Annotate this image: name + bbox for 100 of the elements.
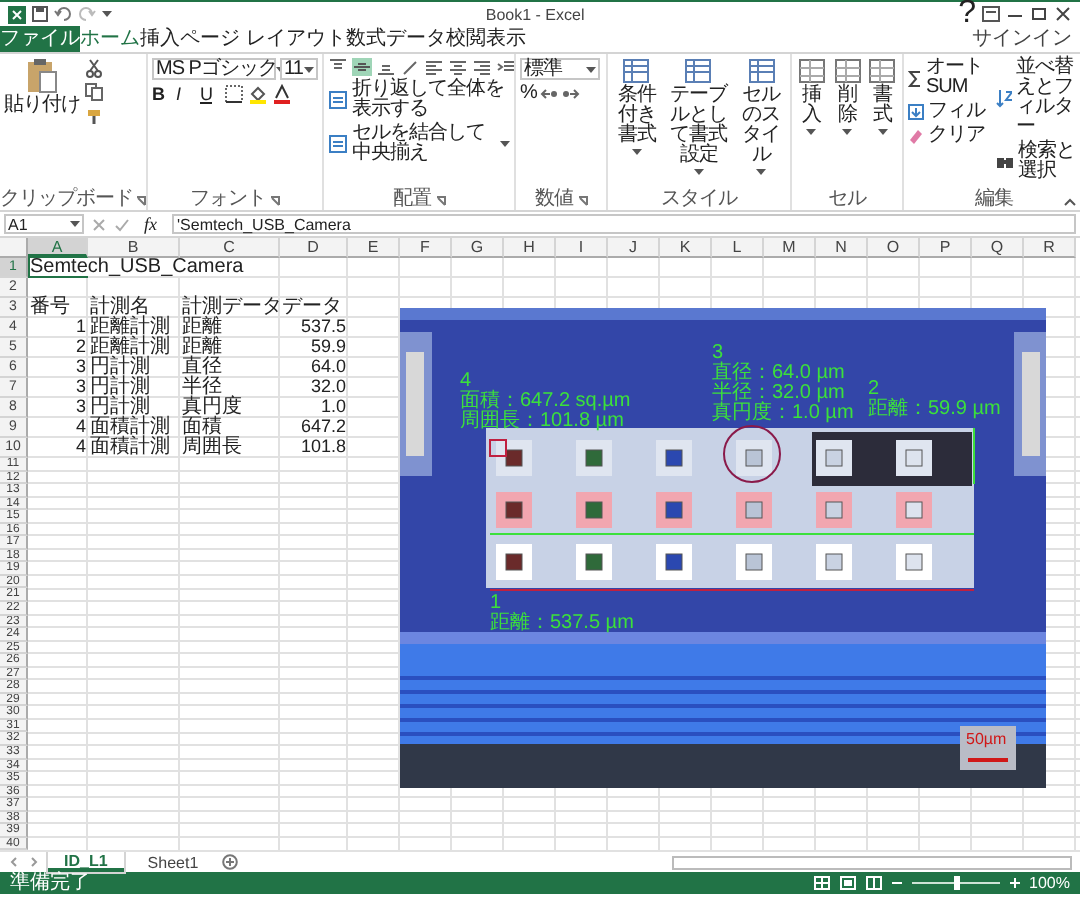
- align-right-icon[interactable]: [472, 58, 492, 76]
- column-header[interactable]: F: [400, 238, 452, 258]
- column-header[interactable]: E: [348, 238, 400, 258]
- column-header[interactable]: N: [816, 238, 868, 258]
- merge-center-button[interactable]: セルを結合して中央揃え: [328, 124, 510, 164]
- column-header[interactable]: H: [504, 238, 556, 258]
- increase-decimal-icon[interactable]: [540, 86, 559, 102]
- decrease-decimal-icon[interactable]: [562, 86, 581, 102]
- ribbon-display-icon[interactable]: [982, 6, 1000, 22]
- align-center-icon[interactable]: [448, 58, 468, 76]
- formula-input[interactable]: 'Semtech_USB_Camera: [171, 214, 1076, 234]
- font-size-dropdown[interactable]: 11: [280, 58, 318, 80]
- style-button[interactable]: 条件付き書式: [612, 58, 662, 190]
- caret-icon[interactable]: [842, 128, 852, 136]
- cells-button[interactable]: 挿入: [796, 58, 828, 190]
- column-header[interactable]: J: [608, 238, 660, 258]
- horizontal-scrollbar[interactable]: [672, 855, 1072, 870]
- caret-icon[interactable]: [631, 148, 642, 156]
- sheet-tab[interactable]: ID_L1: [48, 852, 124, 873]
- caret-icon[interactable]: [806, 128, 817, 136]
- dialog-launcher-icon[interactable]: [577, 195, 587, 205]
- cells-button[interactable]: 書式: [866, 58, 899, 190]
- zoom-out-icon[interactable]: [891, 878, 902, 889]
- edit-button[interactable]: オート SUM: [908, 58, 992, 98]
- border-icon[interactable]: [224, 84, 244, 104]
- wrap-text-button[interactable]: 折り返して全体を表示する: [328, 80, 510, 120]
- column-header[interactable]: I: [556, 238, 608, 258]
- column-header[interactable]: Q: [972, 238, 1024, 258]
- edit-button[interactable]: 並べ替えとフィルター: [996, 58, 1080, 138]
- next-sheet-icon[interactable]: [28, 856, 40, 869]
- merge-icon[interactable]: [328, 134, 348, 154]
- edit-button[interactable]: クリア: [908, 126, 992, 146]
- caret-icon[interactable]: [756, 168, 767, 176]
- cells-button[interactable]: 削除: [831, 58, 863, 190]
- insert-function-button[interactable]: fx: [138, 214, 163, 234]
- copy-icon[interactable]: [84, 82, 104, 102]
- dialog-launcher-icon[interactable]: [270, 195, 280, 205]
- column-header[interactable]: L: [712, 238, 764, 258]
- caret-icon[interactable]: [877, 128, 888, 136]
- caret-icon[interactable]: [102, 10, 112, 18]
- format-button[interactable]: I: [176, 84, 196, 104]
- save-icon[interactable]: [32, 6, 48, 22]
- wrap-text-icon[interactable]: [328, 90, 348, 110]
- brush-icon[interactable]: [84, 106, 104, 126]
- close-icon[interactable]: [1054, 6, 1072, 22]
- ribbon-tab[interactable]: 挿入: [140, 26, 180, 52]
- collapse-ribbon-icon[interactable]: [1064, 198, 1076, 206]
- percent-button[interactable]: %: [520, 84, 537, 104]
- dialog-launcher-icon[interactable]: [435, 195, 445, 205]
- paste-button[interactable]: 貼り付け: [4, 58, 80, 190]
- ribbon-tab[interactable]: 表示: [485, 26, 526, 52]
- column-header[interactable]: C: [180, 238, 280, 258]
- zoom-in-icon[interactable]: [1009, 878, 1020, 889]
- number-format-dropdown[interactable]: 標準: [520, 58, 600, 80]
- caret-icon[interactable]: [500, 140, 510, 148]
- normal-view-icon[interactable]: [813, 876, 830, 891]
- format-button[interactable]: B: [152, 84, 172, 104]
- column-header[interactable]: D: [280, 238, 348, 258]
- fill-color-icon[interactable]: [248, 84, 268, 104]
- dialog-launcher-icon[interactable]: [136, 195, 147, 205]
- orientation-icon[interactable]: [400, 58, 420, 76]
- caret-icon[interactable]: [586, 65, 596, 73]
- name-box[interactable]: A1: [4, 214, 84, 234]
- excel-logo-icon[interactable]: [8, 5, 26, 23]
- add-sheet-icon[interactable]: [222, 854, 239, 871]
- ribbon-tab[interactable]: ホーム: [80, 26, 140, 52]
- caret-icon[interactable]: [70, 220, 80, 228]
- undo-icon[interactable]: [54, 6, 72, 22]
- font-color-icon[interactable]: [272, 84, 292, 104]
- caret-icon[interactable]: [693, 168, 704, 176]
- caret-icon[interactable]: [304, 65, 314, 73]
- font-name-dropdown[interactable]: MS Pゴシック: [152, 58, 276, 80]
- scissors-icon[interactable]: [84, 58, 104, 78]
- sign-in-link[interactable]: サインイン: [972, 26, 1080, 52]
- format-button[interactable]: U: [200, 84, 220, 104]
- column-header[interactable]: O: [868, 238, 920, 258]
- align-left-icon[interactable]: [424, 58, 444, 76]
- maximize-icon[interactable]: [1030, 6, 1048, 22]
- sheet-tab[interactable]: Sheet1: [131, 852, 215, 873]
- page-layout-icon[interactable]: [839, 876, 856, 891]
- edit-button[interactable]: 検索と選択: [996, 142, 1080, 182]
- previous-sheet-icon[interactable]: [8, 856, 20, 869]
- style-button[interactable]: セルのスタイル: [736, 58, 786, 190]
- ribbon-tab[interactable]: データ: [385, 26, 446, 52]
- style-button[interactable]: テーブルとして書式設定: [665, 58, 733, 190]
- ribbon-tab[interactable]: ファイル: [0, 26, 80, 52]
- page-break-icon[interactable]: [865, 876, 882, 891]
- ribbon-tab[interactable]: 校閲: [445, 26, 486, 52]
- column-header[interactable]: M: [764, 238, 816, 258]
- column-header[interactable]: P: [920, 238, 972, 258]
- ribbon-tab[interactable]: ページ レイアウト: [180, 26, 346, 52]
- column-header[interactable]: A: [28, 238, 88, 258]
- ribbon-tab[interactable]: 数式: [345, 26, 386, 52]
- align-middle-icon[interactable]: [352, 58, 372, 76]
- column-header[interactable]: B: [88, 238, 180, 258]
- edit-button[interactable]: フィル: [908, 102, 992, 122]
- indent-icon[interactable]: [496, 58, 516, 76]
- column-header[interactable]: K: [660, 238, 712, 258]
- column-header[interactable]: G: [452, 238, 504, 258]
- help-button[interactable]: ?: [958, 0, 976, 32]
